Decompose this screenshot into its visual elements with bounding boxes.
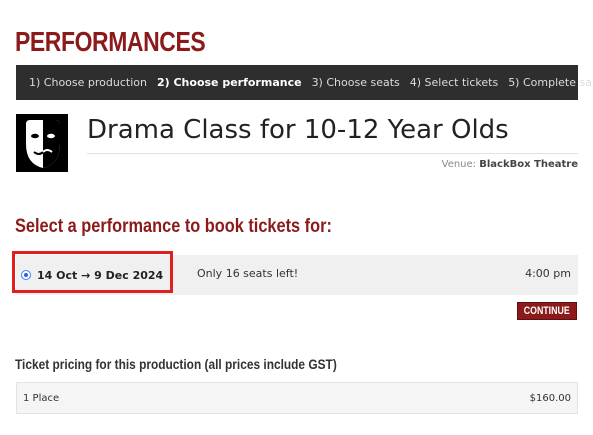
booking-steps: 1) Choose production 2) Choose performan… xyxy=(16,65,593,100)
theatre-mask-icon xyxy=(16,114,68,172)
price-row: 1 Place $160.00 xyxy=(16,382,578,414)
performance-date: 14 Oct → 9 Dec 2024 xyxy=(37,268,164,282)
performance-date-option[interactable]: 14 Oct → 9 Dec 2024 xyxy=(16,255,163,295)
venue-label: Venue: xyxy=(441,159,477,170)
step-complete-sale: 5) Complete sale xyxy=(508,76,593,89)
title-divider xyxy=(87,153,578,154)
venue-info: Venue: BlackBox Theatre xyxy=(442,159,578,170)
step-choose-production[interactable]: 1) Choose production xyxy=(29,76,147,89)
pricing-title: Ticket pricing for this production (all … xyxy=(15,356,337,372)
continue-label: CONTINUE xyxy=(524,305,570,317)
seat-availability: Only 16 seats left! xyxy=(197,267,299,280)
radio-selected-icon[interactable] xyxy=(21,270,31,280)
page-heading: PERFORMANCES xyxy=(15,26,206,57)
step-select-tickets: 4) Select tickets xyxy=(409,76,499,89)
venue-name: BlackBox Theatre xyxy=(479,159,578,170)
price-label: 1 Place xyxy=(23,393,60,404)
production-title: Drama Class for 10-12 Year Olds xyxy=(87,115,509,145)
step-choose-seats: 3) Choose seats xyxy=(311,76,400,89)
performance-section-title: Select a performance to book tickets for… xyxy=(15,216,332,237)
continue-button[interactable]: CONTINUE xyxy=(517,302,577,320)
price-value: $160.00 xyxy=(529,393,571,404)
step-choose-performance: 2) Choose performance xyxy=(156,76,302,89)
performance-time: 4:00 pm xyxy=(525,267,571,280)
